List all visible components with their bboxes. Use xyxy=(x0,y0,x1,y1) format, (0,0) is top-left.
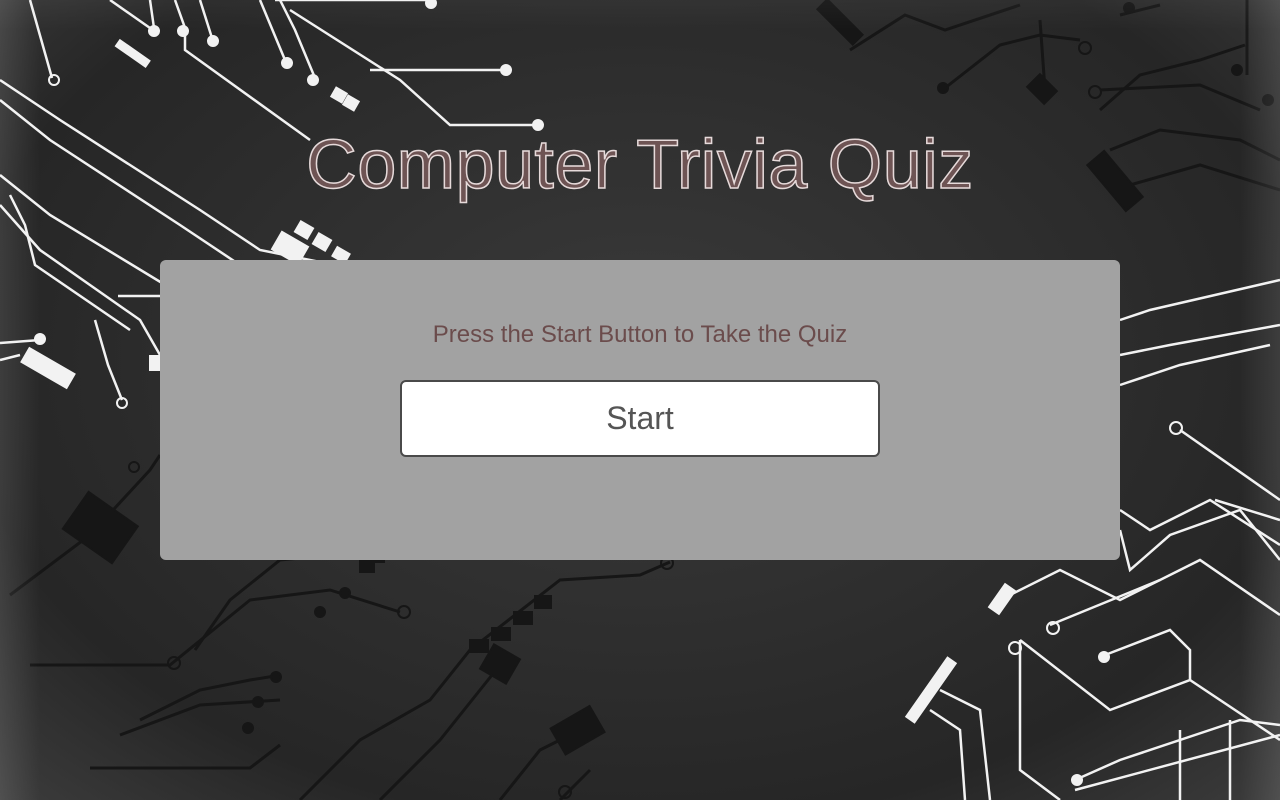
quiz-start-card: Press the Start Button to Take the Quiz … xyxy=(160,260,1120,560)
start-button[interactable]: Start xyxy=(400,380,880,457)
page-title: Computer Trivia Quiz xyxy=(306,124,974,204)
start-instructions: Press the Start Button to Take the Quiz xyxy=(432,321,848,348)
